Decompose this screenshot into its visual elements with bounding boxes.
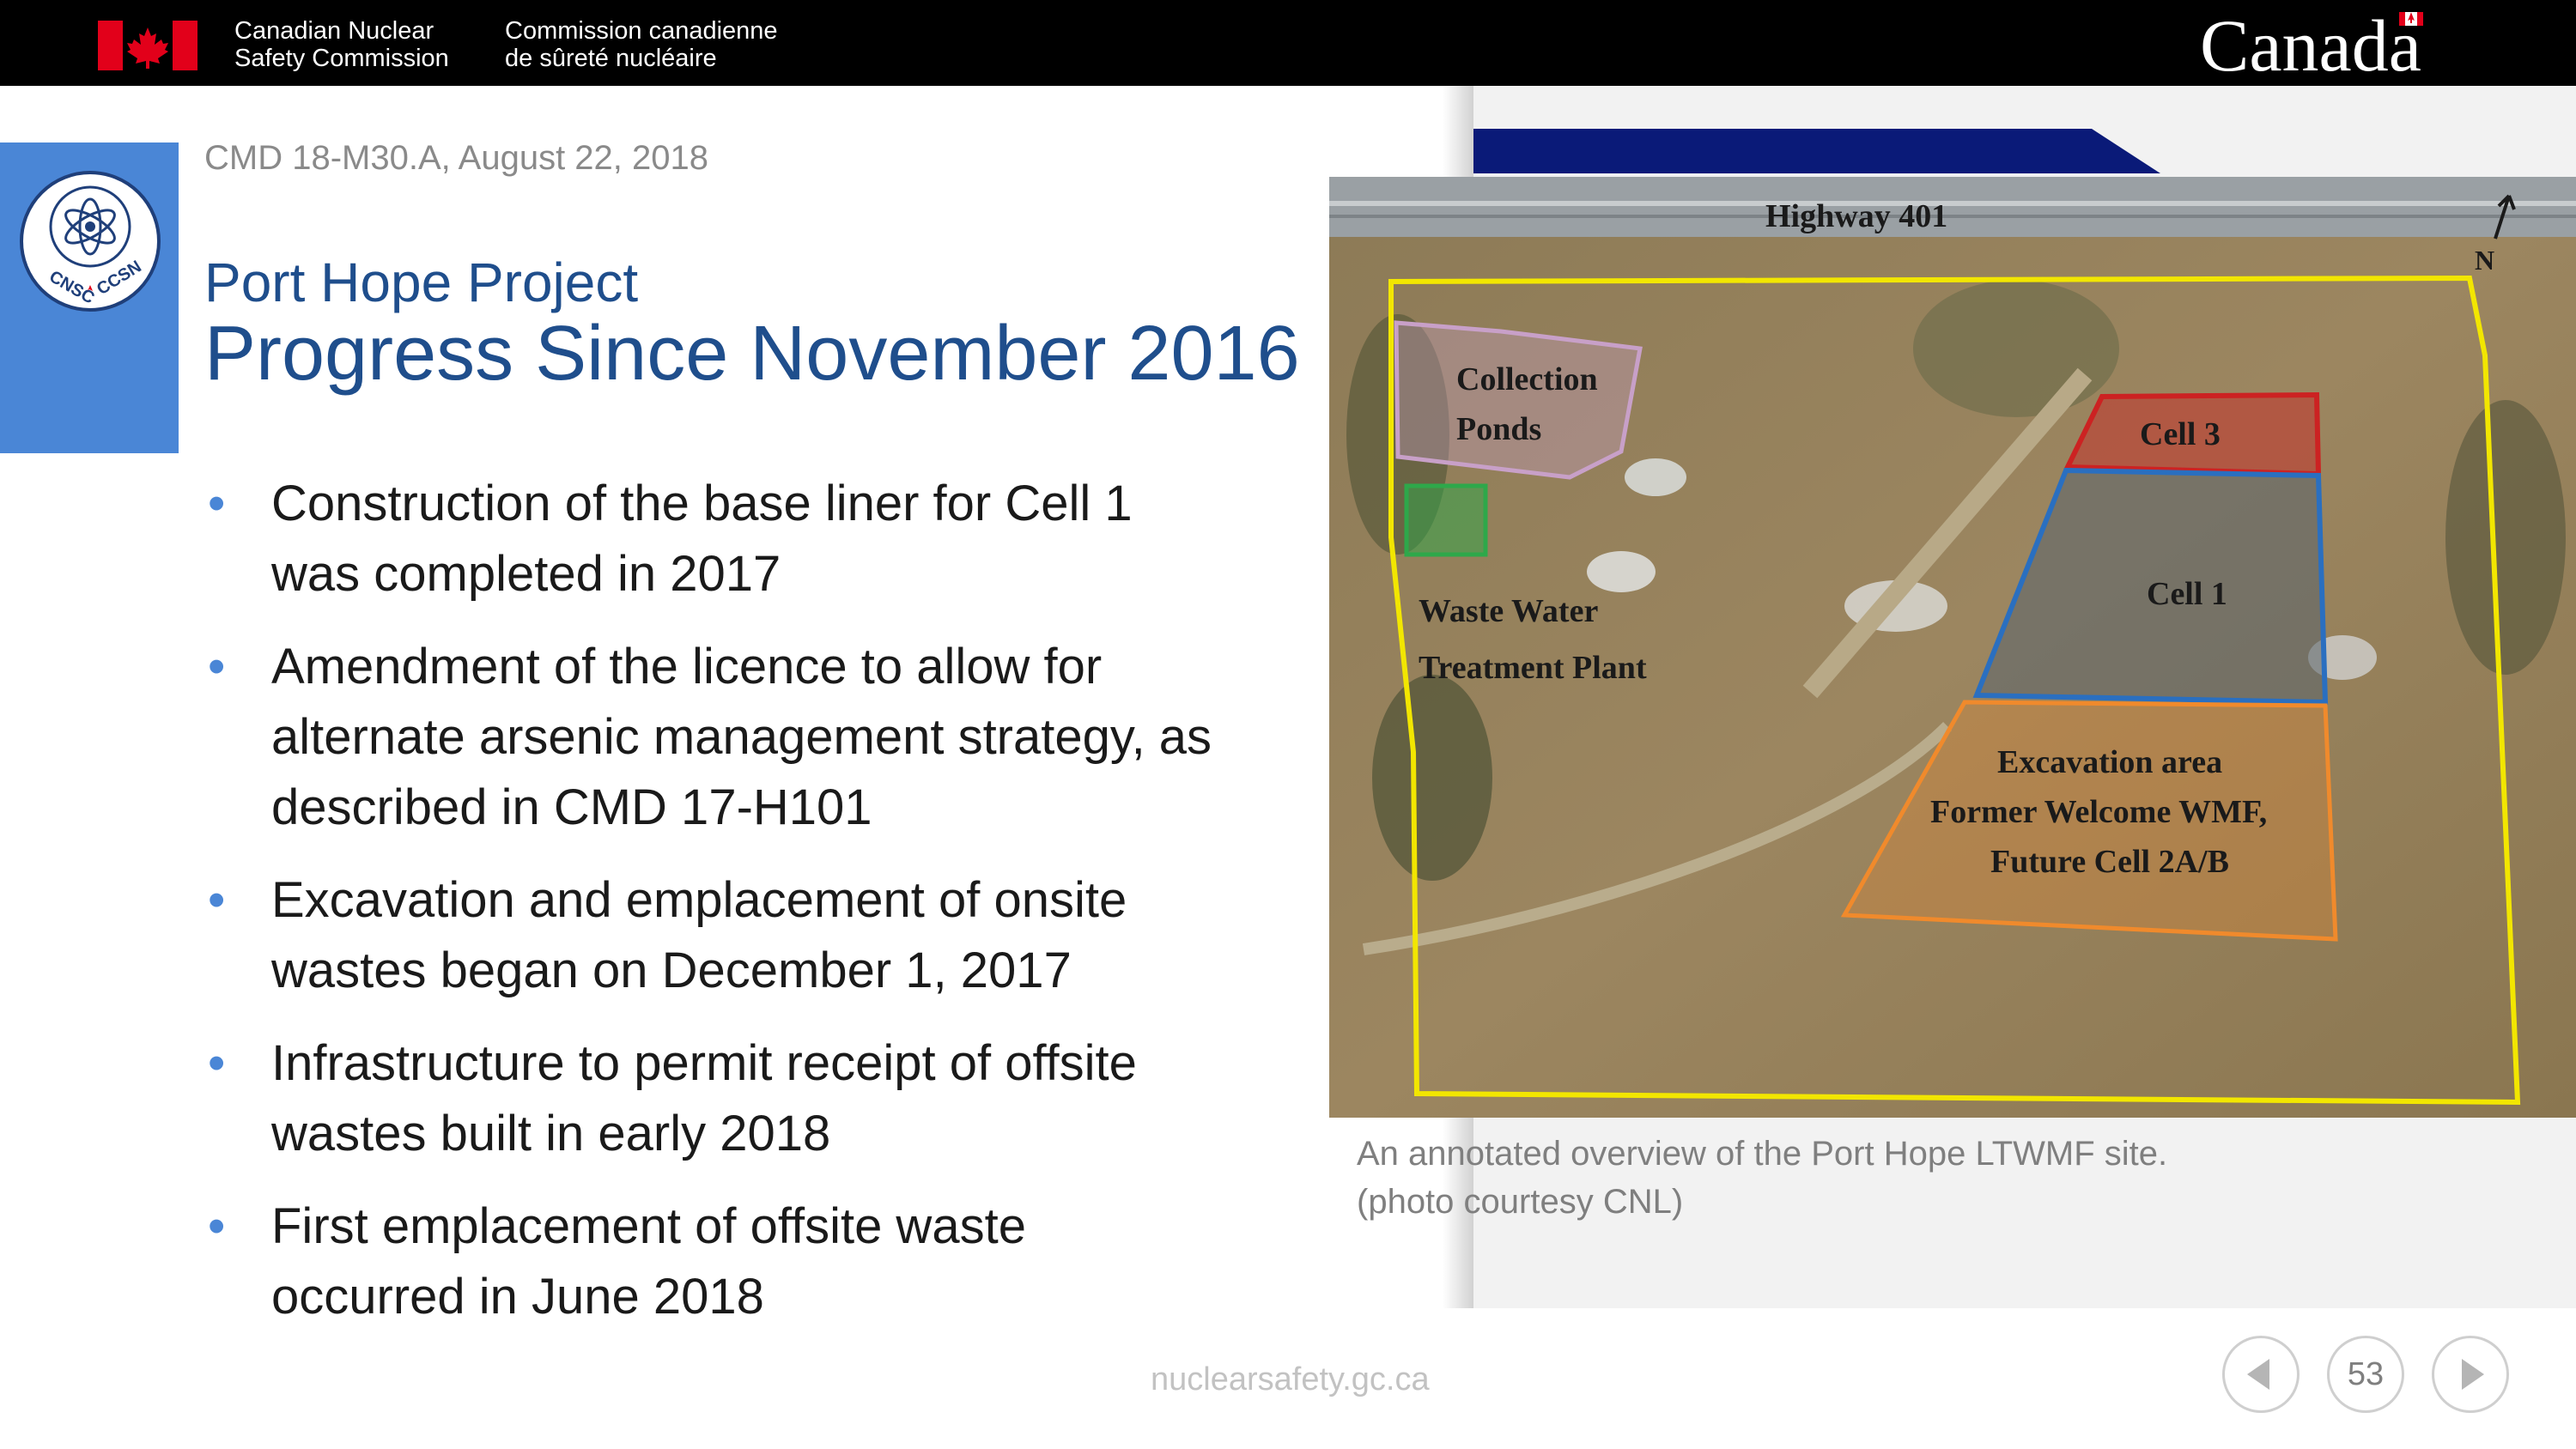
- label-excavation-1: Excavation area: [1997, 744, 2222, 780]
- label-wwtp-2: Treatment Plant: [1419, 650, 1647, 686]
- bullet-dot-icon: •: [208, 1035, 226, 1091]
- bullet-dot-icon: •: [208, 872, 226, 928]
- canada-wordmark: Canada: [2200, 4, 2421, 87]
- cmd-reference: CMD 18-M30.A, August 22, 2018: [204, 139, 708, 177]
- agency-fr-line2: de sûreté nucléaire: [505, 45, 717, 72]
- bullet-dot-icon: •: [208, 476, 226, 531]
- previous-arrow-icon: [2247, 1359, 2269, 1390]
- canada-flag-icon: [98, 21, 197, 70]
- bullet-line: occurred in June 2018: [271, 1269, 764, 1325]
- next-arrow-icon: [2462, 1359, 2484, 1390]
- site-aerial-photo: Highway 401 N Collection Ponds Cell 3 Ce…: [1329, 177, 2576, 1118]
- slide-title-line1: Port Hope Project: [204, 252, 639, 313]
- bullet-line: wastes built in early 2018: [271, 1106, 831, 1161]
- bullet-line: First emplacement of offsite waste: [271, 1198, 1026, 1254]
- bullet-line: alternate arsenic management strategy, a…: [271, 709, 1212, 765]
- bullet-line: described in CMD 17-H101: [271, 779, 872, 835]
- bullet-line: Excavation and emplacement of onsite: [271, 872, 1127, 928]
- bullet-item: • Construction of the base liner for Cel…: [204, 469, 1312, 609]
- bullet-dot-icon: •: [208, 1198, 226, 1254]
- bullet-line: wastes began on December 1, 2017: [271, 943, 1072, 998]
- agency-en-line2: Safety Commission: [234, 45, 449, 72]
- cnsc-logo-icon: CNSC CCSN: [20, 171, 161, 312]
- progress-bullet-list: • Construction of the base liner for Cel…: [204, 469, 1312, 1355]
- next-slide-button[interactable]: [2432, 1336, 2509, 1413]
- agency-name-french: Commission canadienne de sûreté nucléair…: [505, 17, 848, 72]
- label-collection-ponds-2: Ponds: [1456, 411, 1541, 447]
- bullet-item: • Infrastructure to permit receipt of of…: [204, 1028, 1312, 1169]
- bullet-item: • Amendment of the licence to allow for …: [204, 632, 1312, 843]
- label-highway: Highway 401: [1765, 198, 1947, 234]
- caption-line2: (photo courtesy CNL): [1357, 1183, 1684, 1221]
- label-north: N: [2475, 245, 2494, 276]
- agency-name-english: Canadian Nuclear Safety Commission: [234, 17, 492, 72]
- bullet-dot-icon: •: [208, 639, 226, 694]
- bullet-item: • Excavation and emplacement of onsite w…: [204, 865, 1312, 1006]
- bullet-line: Construction of the base liner for Cell …: [271, 476, 1133, 531]
- photo-caption: An annotated overview of the Port Hope L…: [1357, 1130, 2473, 1226]
- wordmark-flag-icon: [2399, 12, 2423, 26]
- label-cell1: Cell 1: [2147, 576, 2227, 612]
- caption-line1: An annotated overview of the Port Hope L…: [1357, 1135, 2168, 1173]
- bullet-line: Infrastructure to permit receipt of offs…: [271, 1035, 1137, 1091]
- bullet-item: • First emplacement of offsite waste occ…: [204, 1191, 1312, 1332]
- page-number: 53: [2327, 1336, 2404, 1413]
- label-excavation-2: Former Welcome WMF,: [1930, 794, 2267, 830]
- agency-en-line1: Canadian Nuclear: [234, 17, 434, 45]
- slide-title-line2: Progress Since November 2016: [204, 311, 1300, 397]
- label-excavation-3: Future Cell 2A/B: [1990, 844, 2229, 880]
- footer-website-link[interactable]: nuclearsafety.gc.ca: [1151, 1360, 1430, 1399]
- previous-slide-button[interactable]: [2222, 1336, 2300, 1413]
- bullet-line: Amendment of the licence to allow for: [271, 639, 1103, 694]
- bullet-line: was completed in 2017: [271, 546, 781, 602]
- government-header-bar: Canadian Nuclear Safety Commission Commi…: [0, 0, 2576, 86]
- agency-fr-line1: Commission canadienne: [505, 17, 778, 45]
- label-collection-ponds-1: Collection: [1456, 361, 1598, 397]
- label-cell3: Cell 3: [2140, 416, 2221, 452]
- decorative-navy-banner: [1473, 129, 2160, 173]
- label-wwtp-1: Waste Water: [1419, 593, 1598, 629]
